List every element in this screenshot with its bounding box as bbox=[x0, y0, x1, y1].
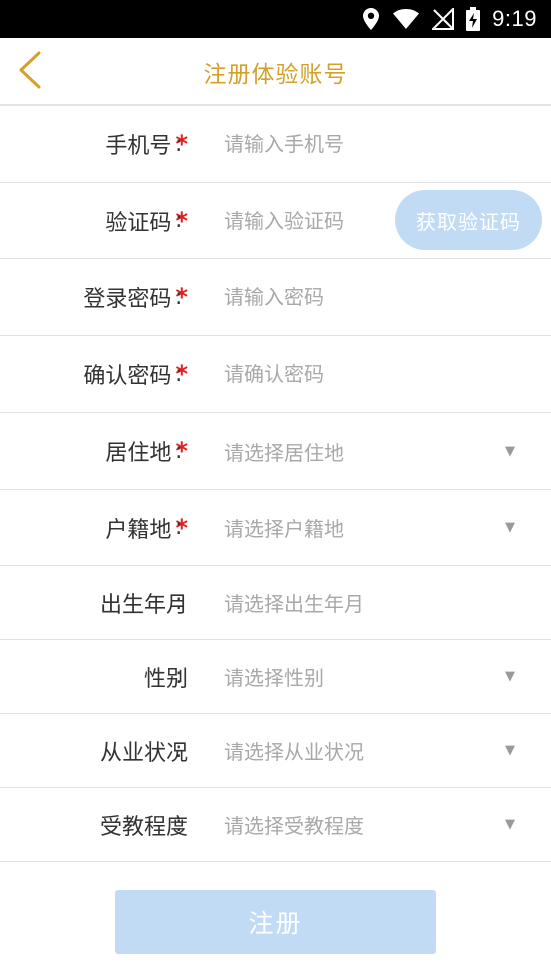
dropdown-arrow-icon: ▼ bbox=[505, 443, 515, 459]
app-header: 注册体验账号 bbox=[0, 38, 551, 106]
gender-row[interactable]: 性别 : 请选择性别 ▼ bbox=[0, 640, 551, 714]
signal-icon bbox=[432, 8, 455, 30]
colon: : bbox=[175, 208, 183, 233]
colon: : bbox=[175, 590, 183, 615]
employment-row[interactable]: 从业状况 : 请选择从业状况 ▼ bbox=[0, 714, 551, 788]
password-label: 登录密码 bbox=[83, 287, 172, 312]
wifi-icon bbox=[392, 8, 420, 30]
confirm-password-label: 确认密码 bbox=[83, 364, 172, 389]
dropdown-arrow-icon: ▼ bbox=[505, 743, 515, 758]
colon: : bbox=[175, 284, 183, 310]
colon: : bbox=[175, 515, 183, 540]
confirm-password-input[interactable] bbox=[224, 362, 504, 386]
household-row[interactable]: 户籍地 * : 请选择户籍地 ▼ bbox=[0, 490, 551, 566]
household-select[interactable]: 请选择户籍地 bbox=[224, 490, 504, 565]
colon: : bbox=[175, 131, 183, 157]
gender-select[interactable]: 请选择性别 bbox=[224, 640, 504, 713]
dropdown-arrow-icon: ▼ bbox=[505, 817, 515, 832]
birth-row[interactable]: 出生年月 : 请选择出生年月 bbox=[0, 566, 551, 640]
dropdown-arrow-icon: ▼ bbox=[505, 520, 515, 535]
verify-code-row: 验证码 * : 获取验证码 bbox=[0, 183, 551, 259]
colon: : bbox=[175, 361, 183, 387]
phone-row: 手机号 * : bbox=[0, 106, 551, 183]
status-time: 9:19 bbox=[492, 6, 537, 31]
location-icon bbox=[362, 7, 380, 31]
password-input[interactable] bbox=[224, 285, 504, 309]
dropdown-arrow-icon: ▼ bbox=[505, 669, 515, 684]
household-label: 户籍地 bbox=[105, 517, 172, 543]
colon: : bbox=[175, 664, 183, 689]
register-button[interactable]: 注册 bbox=[115, 890, 436, 954]
verify-code-input[interactable] bbox=[224, 208, 389, 233]
residence-label: 居住地 bbox=[105, 441, 172, 466]
status-bar: 9:19 bbox=[0, 0, 551, 38]
page-title: 注册体验账号 bbox=[203, 62, 348, 88]
education-select[interactable]: 请选择受教程度 bbox=[224, 788, 504, 861]
employment-select[interactable]: 请选择从业状况 bbox=[224, 714, 504, 787]
get-code-button[interactable]: 获取验证码 bbox=[395, 190, 542, 250]
residence-select[interactable]: 请选择居住地 bbox=[224, 413, 504, 489]
confirm-password-row: 确认密码 * : bbox=[0, 336, 551, 413]
phone-label: 手机号 bbox=[105, 134, 172, 159]
birth-select[interactable]: 请选择出生年月 bbox=[224, 566, 504, 639]
education-row[interactable]: 受教程度 : 请选择受教程度 ▼ bbox=[0, 788, 551, 862]
residence-row[interactable]: 居住地 * : 请选择居住地 ▼ bbox=[0, 413, 551, 490]
password-row: 登录密码 * : bbox=[0, 259, 551, 336]
colon: : bbox=[175, 438, 183, 464]
battery-charging-icon bbox=[466, 7, 481, 31]
verify-code-label: 验证码 bbox=[105, 210, 172, 236]
colon: : bbox=[175, 812, 183, 837]
colon: : bbox=[175, 738, 183, 763]
phone-input[interactable] bbox=[224, 132, 504, 156]
registration-form: 手机号 * : 验证码 * : 获取验证码 登录密码 * : 确认密码 * bbox=[0, 106, 551, 862]
